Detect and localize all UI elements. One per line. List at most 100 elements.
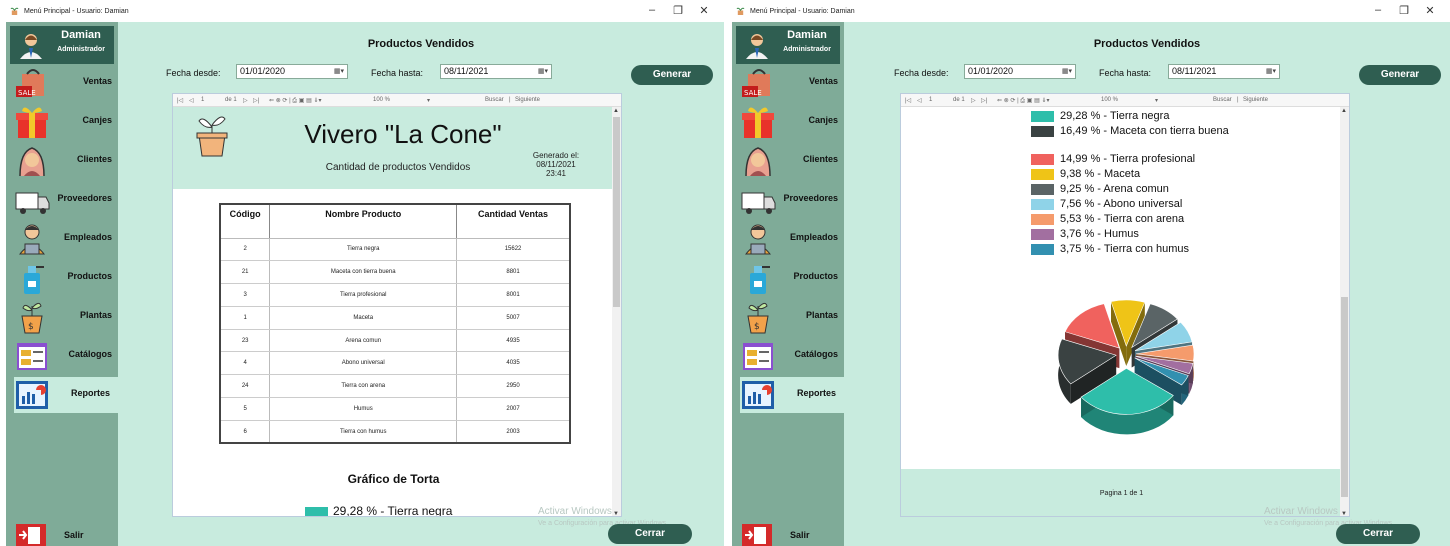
- scroll-thumb[interactable]: [1341, 297, 1348, 497]
- first-page-button[interactable]: |◁: [177, 97, 183, 104]
- exit-button[interactable]: Salir: [740, 522, 844, 546]
- search-next-link[interactable]: Siguiente: [1243, 97, 1268, 103]
- last-page-button[interactable]: ▷|: [981, 97, 987, 104]
- nav-item-productos[interactable]: Productos: [740, 260, 844, 296]
- plant-logo-icon: [196, 116, 228, 157]
- nav-item-proveedores[interactable]: Proveedores: [14, 182, 118, 218]
- cell-code: 2: [220, 238, 271, 262]
- window-title: Menú Principal - Usuario: Damian: [750, 8, 855, 15]
- scroll-up-icon[interactable]: ▲: [1341, 108, 1347, 114]
- nav-item-proveedores[interactable]: Proveedores: [740, 182, 844, 218]
- sale-bag-icon: SALE: [16, 69, 44, 97]
- maximize-button[interactable]: ❐: [1394, 4, 1414, 17]
- date-from-label: Fecha desde:: [166, 68, 221, 78]
- calendar-icon[interactable]: ▦▾: [538, 67, 548, 75]
- table-row: 1 Maceta 5007: [220, 306, 571, 330]
- close-window-button[interactable]: ✕: [694, 4, 714, 17]
- legend-swatch: [1031, 214, 1054, 225]
- svg-text:$: $: [28, 322, 34, 332]
- next-page-button[interactable]: ▷: [243, 97, 248, 104]
- nav-item-catalogos[interactable]: Catálogos: [14, 338, 118, 374]
- close-button[interactable]: Cerrar: [608, 524, 692, 544]
- scroll-down-icon[interactable]: ▼: [1341, 511, 1347, 516]
- nav-item-ventas[interactable]: SALE Ventas: [14, 65, 118, 101]
- nav-item-canjes[interactable]: Canjes: [740, 104, 844, 140]
- scroll-down-icon[interactable]: ▼: [613, 511, 619, 516]
- employee-icon: [744, 224, 772, 255]
- report-viewer: |◁ ◁ 1 de 1 ▷ ▷| ⇐ ⊗ ⟳ | ⎙ ▣ ▤ ⇓▾ 100 % …: [900, 93, 1350, 517]
- date-from-field[interactable]: 01/01/2020 ▦▾: [964, 64, 1076, 79]
- search-next-link[interactable]: Siguiente: [515, 97, 540, 103]
- close-window-button[interactable]: ✕: [1420, 4, 1440, 17]
- column-header: Cantidad Ventas: [456, 204, 571, 239]
- scroll-up-icon[interactable]: ▲: [613, 108, 619, 114]
- date-to-field[interactable]: 08/11/2021 ▦▾: [440, 64, 552, 79]
- generate-button[interactable]: Generar: [1359, 65, 1441, 85]
- nav-item-plantas[interactable]: $ Plantas: [740, 299, 844, 335]
- search-link[interactable]: Buscar: [1213, 97, 1232, 103]
- page-number-input[interactable]: 1: [201, 97, 204, 103]
- chevron-down-icon[interactable]: ▾: [427, 97, 430, 104]
- nav-item-clientes[interactable]: Clientes: [14, 143, 118, 179]
- chevron-down-icon[interactable]: ▾: [1155, 97, 1158, 104]
- legend-entry: 9,25 % - Arena comun: [1060, 183, 1169, 195]
- cell-code: 23: [220, 329, 271, 353]
- viewer-tools[interactable]: ⇐ ⊗ ⟳ | ⎙ ▣ ▤ ⇓▾: [269, 97, 322, 105]
- report-scrollbar[interactable]: ▲ ▼: [612, 107, 621, 516]
- catalog-icon: [17, 343, 47, 370]
- close-button[interactable]: Cerrar: [1336, 524, 1420, 544]
- cell-product: Abono universal: [269, 351, 458, 376]
- nav-item-plantas[interactable]: $ Plantas: [14, 299, 118, 335]
- exit-label: Salir: [64, 530, 84, 540]
- nav-label: Catálogos: [794, 349, 838, 359]
- table-row: 23 Arena comun 4935: [220, 329, 571, 353]
- date-from-field[interactable]: 01/01/2020 ▦▾: [236, 64, 348, 79]
- svg-text:SALE: SALE: [18, 89, 36, 97]
- nav-label: Reportes: [796, 388, 836, 398]
- calendar-icon[interactable]: ▦▾: [334, 67, 344, 75]
- zoom-select[interactable]: 100 %: [373, 97, 390, 103]
- toolbar-separator: |: [1237, 97, 1239, 103]
- calendar-icon[interactable]: ▦▾: [1062, 67, 1072, 75]
- prev-page-button[interactable]: ◁: [189, 97, 194, 104]
- viewer-toolbar: |◁ ◁ 1 de 1 ▷ ▷| ⇐ ⊗ ⟳ | ⎙ ▣ ▤ ⇓▾ 100 % …: [173, 94, 621, 107]
- main-window-left: Menú Principal - Usuario: Damian – ❐ ✕ D…: [6, 0, 724, 546]
- nav-item-empleados[interactable]: Empleados: [740, 221, 844, 257]
- first-page-button[interactable]: |◁: [905, 97, 911, 104]
- legend-swatch: [1031, 244, 1054, 255]
- minimize-button[interactable]: –: [642, 4, 662, 16]
- calendar-icon[interactable]: ▦▾: [1266, 67, 1276, 75]
- exit-button[interactable]: Salir: [14, 522, 118, 546]
- minimize-button[interactable]: –: [1368, 4, 1388, 16]
- scroll-thumb[interactable]: [613, 117, 620, 307]
- viewer-tools[interactable]: ⇐ ⊗ ⟳ | ⎙ ▣ ▤ ⇓▾: [997, 97, 1050, 105]
- next-page-button[interactable]: ▷: [971, 97, 976, 104]
- maximize-button[interactable]: ❐: [668, 4, 688, 17]
- activation-watermark: Activar Windows: [1264, 506, 1338, 517]
- nav-item-clientes[interactable]: Clientes: [740, 143, 844, 179]
- zoom-select[interactable]: 100 %: [1101, 97, 1118, 103]
- cell-quantity: 4935: [456, 329, 571, 353]
- legend-swatch: [1031, 126, 1054, 137]
- report-scrollbar[interactable]: ▲ ▼: [1340, 107, 1349, 516]
- nav-item-empleados[interactable]: Empleados: [14, 221, 118, 257]
- nav-item-reportes[interactable]: Reportes: [14, 377, 118, 413]
- pie-chart: [1057, 299, 1195, 435]
- nav-item-ventas[interactable]: SALE Ventas: [740, 65, 844, 101]
- generated-date: 08/11/2021: [536, 160, 576, 169]
- cell-quantity: 8801: [456, 260, 571, 285]
- search-link[interactable]: Buscar: [485, 97, 504, 103]
- last-page-button[interactable]: ▷|: [253, 97, 259, 104]
- prev-page-button[interactable]: ◁: [917, 97, 922, 104]
- exit-door-icon: [742, 524, 772, 546]
- page-number-input[interactable]: 1: [929, 97, 932, 103]
- nav-item-productos[interactable]: Productos: [14, 260, 118, 296]
- date-to-field[interactable]: 08/11/2021 ▦▾: [1168, 64, 1280, 79]
- sale-bag-icon: SALE: [742, 69, 770, 97]
- truck-icon: [15, 192, 50, 214]
- nav-item-catalogos[interactable]: Catálogos: [740, 338, 844, 374]
- nav-item-canjes[interactable]: Canjes: [14, 104, 118, 140]
- user-panel: Damian Administrador: [10, 26, 114, 64]
- generate-button[interactable]: Generar: [631, 65, 713, 85]
- nav-item-reportes[interactable]: Reportes: [740, 377, 844, 413]
